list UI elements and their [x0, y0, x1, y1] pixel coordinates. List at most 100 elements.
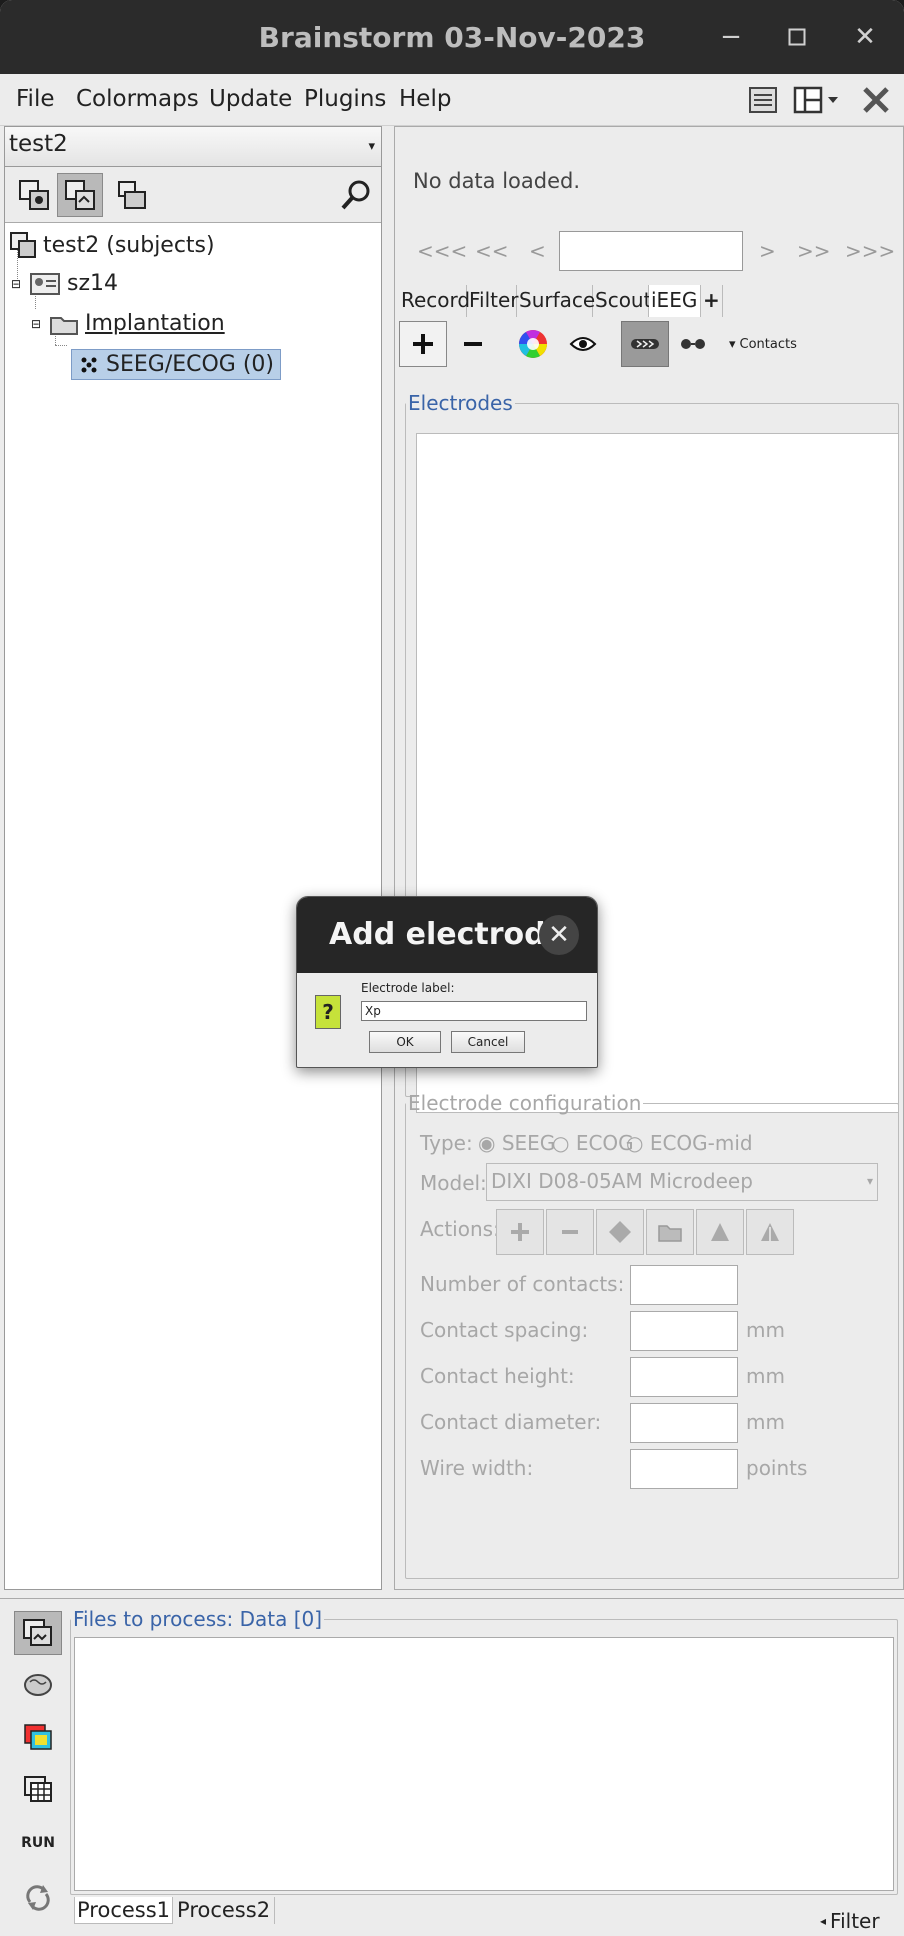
- files-list[interactable]: [74, 1637, 894, 1891]
- add-electrode-button[interactable]: [399, 321, 447, 367]
- nav-prev-page-button[interactable]: <<: [475, 239, 509, 263]
- tab-process1[interactable]: Process1: [74, 1897, 174, 1924]
- tab-record[interactable]: Record: [399, 285, 470, 317]
- time-input[interactable]: [559, 231, 743, 271]
- process-timefreq-button[interactable]: [14, 1715, 62, 1759]
- chevron-down-icon: ▾: [866, 1174, 873, 1188]
- tree-item-label: SEEG/ECOG (0): [106, 352, 275, 377]
- action-load-button[interactable]: [646, 1209, 694, 1255]
- nav-next-button[interactable]: >: [759, 239, 776, 263]
- diamond-icon: [609, 1221, 631, 1243]
- action-export-button[interactable]: [696, 1209, 744, 1255]
- nav-prev-button[interactable]: <: [529, 239, 546, 263]
- run-button[interactable]: RUN: [14, 1821, 62, 1865]
- menu-update[interactable]: Update: [209, 86, 292, 112]
- unit-diameter: mm: [746, 1410, 785, 1434]
- menu-colormaps[interactable]: Colormaps: [76, 86, 199, 112]
- menu-file[interactable]: File: [16, 86, 55, 112]
- tab-process2[interactable]: Process2: [173, 1897, 276, 1924]
- folder-open-icon: [658, 1225, 682, 1242]
- collapse-icon[interactable]: ⊟: [11, 277, 23, 291]
- remove-electrode-button[interactable]: [449, 321, 497, 367]
- ok-button[interactable]: OK: [369, 1031, 441, 1053]
- process-sources-button[interactable]: [14, 1663, 62, 1707]
- model-label: Model:: [420, 1171, 487, 1195]
- tree-root-label: test2 (subjects): [43, 232, 215, 258]
- chevron-down-icon: ▾: [368, 139, 375, 154]
- eye-icon: [569, 337, 597, 351]
- tab-scout[interactable]: Scout: [593, 285, 651, 317]
- close-window-icon[interactable]: ✕: [848, 20, 882, 54]
- model-value: DIXI D08-05AM Microdeep: [491, 1169, 753, 1193]
- filter-button[interactable]: ◂ Filter: [820, 1909, 880, 1933]
- close-panel-icon[interactable]: [860, 84, 892, 116]
- tab-surface[interactable]: Surface: [517, 285, 595, 317]
- contacts-dropdown[interactable]: ▾ Contacts: [729, 321, 819, 367]
- list-options-icon[interactable]: [746, 84, 780, 116]
- minus-icon: [562, 1230, 578, 1234]
- field-label-diameter: Contact diameter:: [420, 1410, 602, 1434]
- number-of-contacts-input[interactable]: [630, 1265, 738, 1305]
- question-icon: ?: [315, 995, 341, 1029]
- protocol-select[interactable]: test2 ▾: [5, 127, 381, 167]
- timefreq-icon: [24, 1724, 52, 1750]
- unit-height: mm: [746, 1364, 785, 1388]
- contact-height-input[interactable]: [630, 1357, 738, 1397]
- database-view-icon[interactable]: [109, 173, 155, 217]
- process-matrix-button[interactable]: [14, 1767, 62, 1811]
- tree-subject[interactable]: ⊟ sz14: [11, 271, 118, 296]
- electrodes-title: Electrodes: [408, 391, 513, 415]
- color-button[interactable]: [509, 321, 557, 367]
- action-remove-button[interactable]: [546, 1209, 594, 1255]
- menu-plugins[interactable]: Plugins: [304, 86, 386, 112]
- tree-item-seeg[interactable]: SEEG/ECOG (0): [71, 349, 282, 380]
- protocol-icon: [10, 232, 36, 258]
- contact-diameter-input[interactable]: [630, 1403, 738, 1443]
- type-seeg-radio[interactable]: ◉ SEEG: [478, 1131, 555, 1155]
- contact-spacing-input[interactable]: [630, 1311, 738, 1351]
- collapse-icon[interactable]: ⊟: [31, 317, 43, 331]
- tree-folder[interactable]: ⊟ Implantation: [31, 311, 225, 336]
- menu-help[interactable]: Help: [399, 86, 451, 112]
- nav-next-page-button[interactable]: >>: [797, 239, 831, 263]
- tab-add[interactable]: +: [701, 285, 723, 317]
- nav-first-button[interactable]: <<<: [417, 239, 467, 263]
- left-panel: test2 ▾ test2 (subjects) ⊟ sz14 ⊟ Implan…: [4, 126, 382, 1590]
- type-label: Type:: [420, 1131, 473, 1155]
- dialog-title: Add electrode: [329, 917, 566, 952]
- tree-root[interactable]: test2 (subjects): [9, 231, 215, 259]
- close-icon[interactable]: ✕: [539, 915, 579, 955]
- actions-toolbar: [496, 1209, 796, 1257]
- display-balls-button[interactable]: [669, 321, 717, 367]
- process-data-button[interactable]: [14, 1611, 62, 1655]
- search-icon[interactable]: [333, 173, 379, 217]
- action-project-button[interactable]: [746, 1209, 794, 1255]
- tab-bar: Record Filter Surface Scout iEEG +: [399, 285, 723, 317]
- files-title: Files to process: Data [0]: [73, 1607, 323, 1631]
- data-files-icon: [23, 1619, 52, 1646]
- functional-view-icon[interactable]: [57, 173, 103, 217]
- electrode-depth-icon: [631, 339, 659, 349]
- reload-button[interactable]: [14, 1875, 62, 1919]
- type-ecog-radio[interactable]: ○ ECOG: [552, 1131, 634, 1155]
- menu-bar: File Colormaps Update Plugins Help: [0, 74, 904, 126]
- cancel-button[interactable]: Cancel: [451, 1031, 525, 1053]
- electrode-label-input[interactable]: Xp: [361, 1001, 587, 1021]
- minimize-icon[interactable]: −: [714, 20, 748, 54]
- visibility-button[interactable]: [559, 321, 607, 367]
- display-depth-button[interactable]: [621, 321, 669, 367]
- protocol-name: test2: [9, 131, 68, 157]
- tab-filter[interactable]: Filter: [467, 285, 519, 317]
- tree-folder-label: Implantation: [85, 311, 225, 336]
- layout-icon[interactable]: [792, 84, 844, 116]
- model-select[interactable]: DIXI D08-05AM Microdeep ▾: [486, 1163, 878, 1201]
- tab-ieeg[interactable]: iEEG: [649, 285, 701, 317]
- nav-last-button[interactable]: >>>: [845, 239, 895, 263]
- anatomy-view-icon[interactable]: [11, 173, 57, 217]
- action-set-tip-button[interactable]: [596, 1209, 644, 1255]
- type-ecogmid-radio[interactable]: ○ ECOG-mid: [626, 1131, 753, 1155]
- wire-width-input[interactable]: [630, 1449, 738, 1489]
- action-add-button[interactable]: [496, 1209, 544, 1255]
- maximize-icon[interactable]: [780, 20, 814, 54]
- export-icon: [711, 1223, 729, 1241]
